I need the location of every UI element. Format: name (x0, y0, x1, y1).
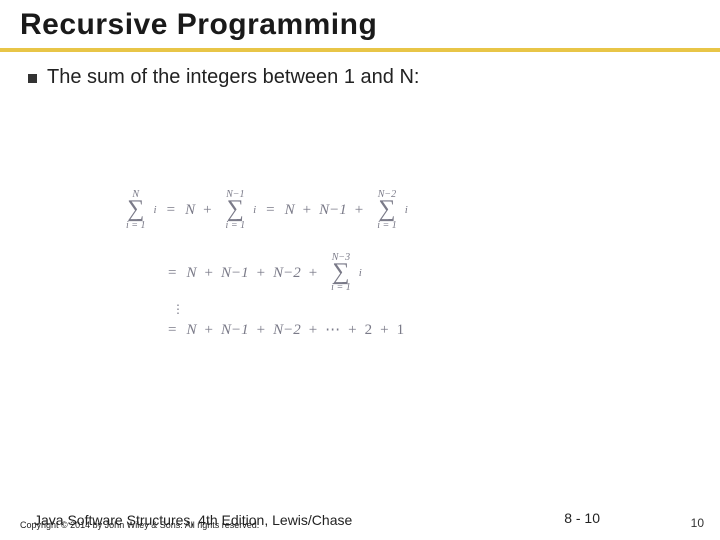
plus: + (204, 322, 212, 339)
slide: Recursive Programming The sum of the int… (0, 0, 720, 540)
plus: + (348, 322, 356, 339)
equation-line-1: N ∑ i = 1 i = N + N−1 ∑ i = 1 i = N + N−… (120, 190, 640, 231)
equation-line-2: = N + N−1 + N−2 + N−3 ∑ i = 1 i (120, 253, 640, 294)
sigma-symbol: ∑ (378, 199, 395, 221)
footer-copyright: Copyright © 2014 by John Wiley & Sons. A… (20, 520, 259, 530)
sigma-icon: N−3 ∑ i = 1 (331, 253, 351, 294)
equation-block: N ∑ i = 1 i = N + N−1 ∑ i = 1 i = N + N−… (120, 190, 640, 361)
sigma-symbol: ∑ (127, 199, 144, 221)
sigma-lower: i = 1 (126, 221, 146, 231)
horiz-dots-icon: ⋯ (325, 322, 340, 339)
equals: = (167, 202, 175, 219)
footer-slide-number: 10 (691, 516, 704, 530)
term-nm2: N−2 (273, 322, 301, 339)
term-nm2: N−2 (273, 265, 301, 282)
vertical-dots-icon: ⋮ (172, 303, 640, 316)
plus: + (309, 265, 317, 282)
plus: + (355, 202, 363, 219)
summand: i (405, 204, 408, 216)
term-nm1: N−1 (319, 202, 347, 219)
equation-line-3: = N + N−1 + N−2 + ⋯ + 2 + 1 (120, 322, 640, 339)
bullet-item: The sum of the integers between 1 and N: (28, 66, 700, 89)
plus: + (257, 265, 265, 282)
term-n: N (186, 265, 196, 282)
term-nm1: N−1 (221, 265, 249, 282)
plus: + (309, 322, 317, 339)
summand: i (253, 204, 256, 216)
sigma-symbol: ∑ (227, 199, 244, 221)
plus: + (257, 322, 265, 339)
slide-title: Recursive Programming (20, 8, 700, 42)
equals: = (266, 202, 274, 219)
sigma-lower: i = 1 (331, 283, 351, 293)
sigma-lower: i = 1 (226, 221, 246, 231)
summand: i (359, 267, 362, 279)
plus: + (204, 265, 212, 282)
title-underline (0, 48, 720, 52)
equals: = (168, 265, 176, 282)
sigma-icon: N−1 ∑ i = 1 (226, 190, 246, 231)
term-n: N (285, 202, 295, 219)
term-2: 2 (365, 322, 373, 339)
equals: = (168, 322, 176, 339)
term-n: N (186, 322, 196, 339)
sigma-lower: i = 1 (377, 221, 397, 231)
plus: + (303, 202, 311, 219)
plus: + (380, 322, 388, 339)
sigma-icon: N−2 ∑ i = 1 (377, 190, 397, 231)
summand: i (154, 204, 157, 216)
sigma-symbol: ∑ (332, 262, 349, 284)
plus: + (203, 202, 211, 219)
footer-page-label: 8 - 10 (564, 510, 600, 526)
bullet-icon (28, 74, 37, 83)
sigma-icon: N ∑ i = 1 (126, 190, 146, 231)
term-n: N (185, 202, 195, 219)
term-1: 1 (397, 322, 405, 339)
term-nm1: N−1 (221, 322, 249, 339)
bullet-text: The sum of the integers between 1 and N: (47, 66, 419, 89)
